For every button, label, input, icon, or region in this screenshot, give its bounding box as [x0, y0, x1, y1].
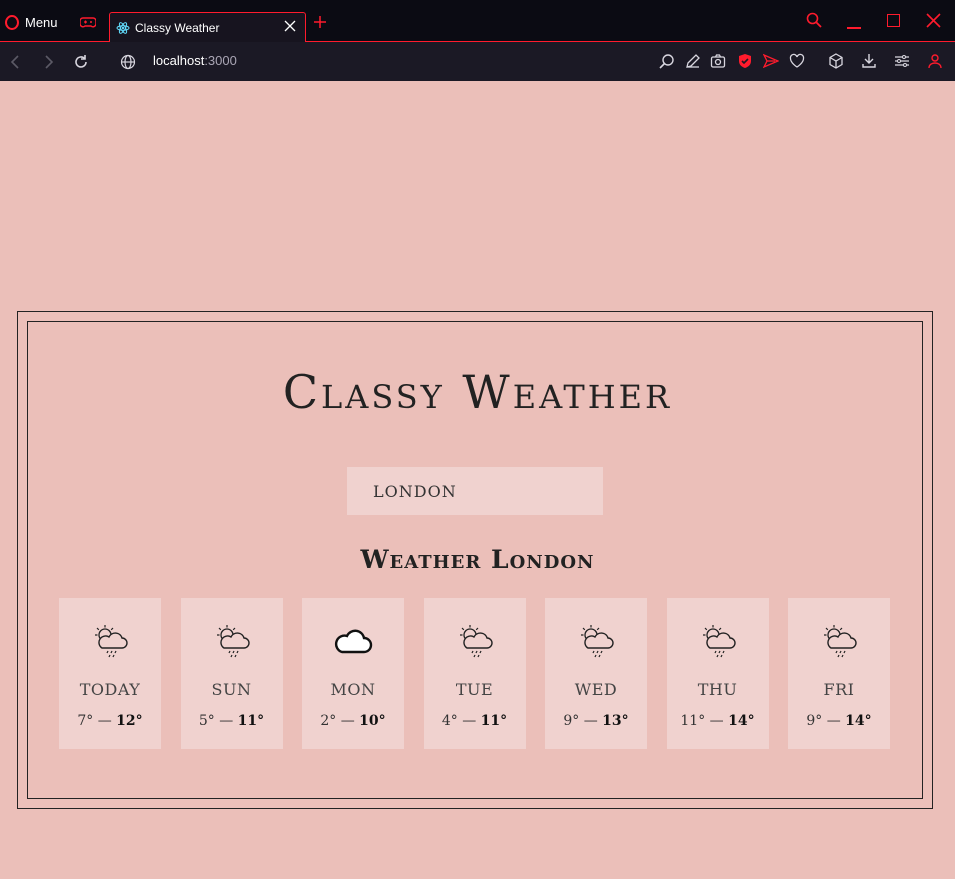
day-name: Fri — [823, 680, 855, 699]
cloud-icon — [334, 629, 373, 654]
temp-max: 12° — [116, 713, 143, 729]
heart-favorites-icon[interactable] — [789, 53, 805, 69]
weather-heading: Weather London — [360, 545, 595, 574]
edit-share-icon[interactable] — [685, 53, 701, 69]
temp-min: 5° — [198, 713, 215, 729]
opera-logo-icon — [5, 14, 19, 30]
day-temperature: 4° — 11° — [424, 713, 526, 729]
react-logo-icon — [116, 21, 130, 34]
tab-classy-weather[interactable]: Classy Weather — [109, 12, 306, 42]
day-temperature: 7° — 12° — [59, 713, 161, 729]
day-temperature: 5° — 11° — [181, 713, 283, 729]
ad-blocker-shield-icon[interactable] — [737, 53, 753, 69]
sun-cloud-rain-icon — [459, 625, 493, 658]
forecast-list: Today 7° — 12° Sun 5° — 11° Mon 2° — 10°… — [59, 598, 891, 749]
temp-max: 13° — [602, 713, 629, 729]
menu-label: Menu — [25, 14, 58, 30]
temp-separator: — — [709, 713, 724, 729]
back-icon[interactable] — [8, 54, 24, 70]
sun-cloud-rain-icon — [216, 625, 250, 658]
day-temperature: 9° — 14° — [788, 713, 890, 729]
sun-cloud-rain-icon — [581, 625, 614, 658]
temp-max: 14° — [728, 713, 755, 729]
day-name: Mon — [330, 680, 376, 699]
temp-max: 11° — [237, 713, 265, 729]
temp-min: 7° — [77, 713, 94, 729]
day-temperature: 2° — 10° — [302, 713, 404, 729]
temp-separator: — — [219, 713, 234, 729]
temp-separator: — — [826, 713, 841, 729]
extensions-cube-icon[interactable] — [828, 53, 844, 69]
tab-search-icon[interactable] — [806, 12, 822, 28]
browser-tab-bar: Menu Classy Weather — [0, 0, 955, 42]
temp-separator: — — [97, 713, 112, 729]
temp-min: 2° — [320, 713, 337, 729]
temp-max: 10° — [359, 713, 386, 729]
easy-setup-sliders-icon[interactable] — [894, 53, 910, 69]
sun-cloud-rain-icon — [95, 625, 128, 658]
reload-icon[interactable] — [73, 54, 89, 70]
forward-icon[interactable] — [40, 54, 56, 70]
window-maximize-icon[interactable] — [887, 14, 900, 27]
camera-snapshot-icon[interactable] — [710, 53, 726, 69]
url-host: localhost — [153, 53, 205, 68]
temp-separator: — — [340, 713, 355, 729]
profile-user-icon[interactable] — [927, 53, 943, 69]
temp-max: 14° — [845, 713, 872, 729]
temp-min: 9° — [806, 713, 823, 729]
url-text[interactable]: localhost:3000 — [153, 53, 237, 68]
forecast-day: Fri 9° — 14° — [788, 598, 890, 749]
gamepad-icon[interactable] — [80, 16, 96, 28]
day-name: Tue — [455, 680, 494, 699]
search-page-icon[interactable] — [659, 53, 675, 69]
site-info-globe-icon[interactable] — [120, 54, 136, 70]
send-flow-icon[interactable] — [763, 53, 779, 69]
location-search-input[interactable] — [347, 467, 603, 515]
tab-close-icon[interactable] — [283, 19, 297, 33]
day-name: Today — [79, 680, 141, 699]
temp-separator: — — [462, 713, 477, 729]
day-name: Thu — [697, 680, 738, 699]
forecast-day: Mon 2° — 10° — [302, 598, 404, 749]
temp-min: 11° — [680, 713, 706, 729]
temp-max: 11° — [480, 713, 508, 729]
opera-menu-button[interactable]: Menu — [5, 12, 58, 32]
window-close-icon[interactable] — [926, 13, 941, 28]
sun-cloud-rain-icon — [702, 625, 736, 658]
address-bar — [0, 42, 955, 81]
new-tab-plus-icon[interactable] — [313, 15, 327, 29]
forecast-day: Tue 4° — 11° — [423, 598, 526, 749]
temp-min: 9° — [563, 713, 580, 729]
day-temperature: 9° — 13° — [545, 713, 647, 729]
temp-separator: — — [583, 713, 598, 729]
forecast-day: Sun 5° — 11° — [180, 598, 283, 749]
sun-cloud-rain-icon — [824, 625, 857, 658]
downloads-icon[interactable] — [861, 53, 877, 69]
day-name: Sun — [211, 680, 252, 699]
forecast-day: Today 7° — 12° — [59, 598, 161, 749]
day-temperature: 11° — 14° — [667, 713, 769, 729]
forecast-day: Thu 11° — 14° — [666, 598, 769, 749]
tab-title: Classy Weather — [135, 20, 220, 35]
app-title: Classy Weather — [282, 365, 673, 419]
url-port: :3000 — [204, 53, 237, 68]
window-minimize-icon[interactable] — [847, 27, 861, 29]
temp-min: 4° — [441, 713, 458, 729]
day-name: Wed — [574, 680, 618, 699]
forecast-day: Wed 9° — 13° — [545, 598, 647, 749]
